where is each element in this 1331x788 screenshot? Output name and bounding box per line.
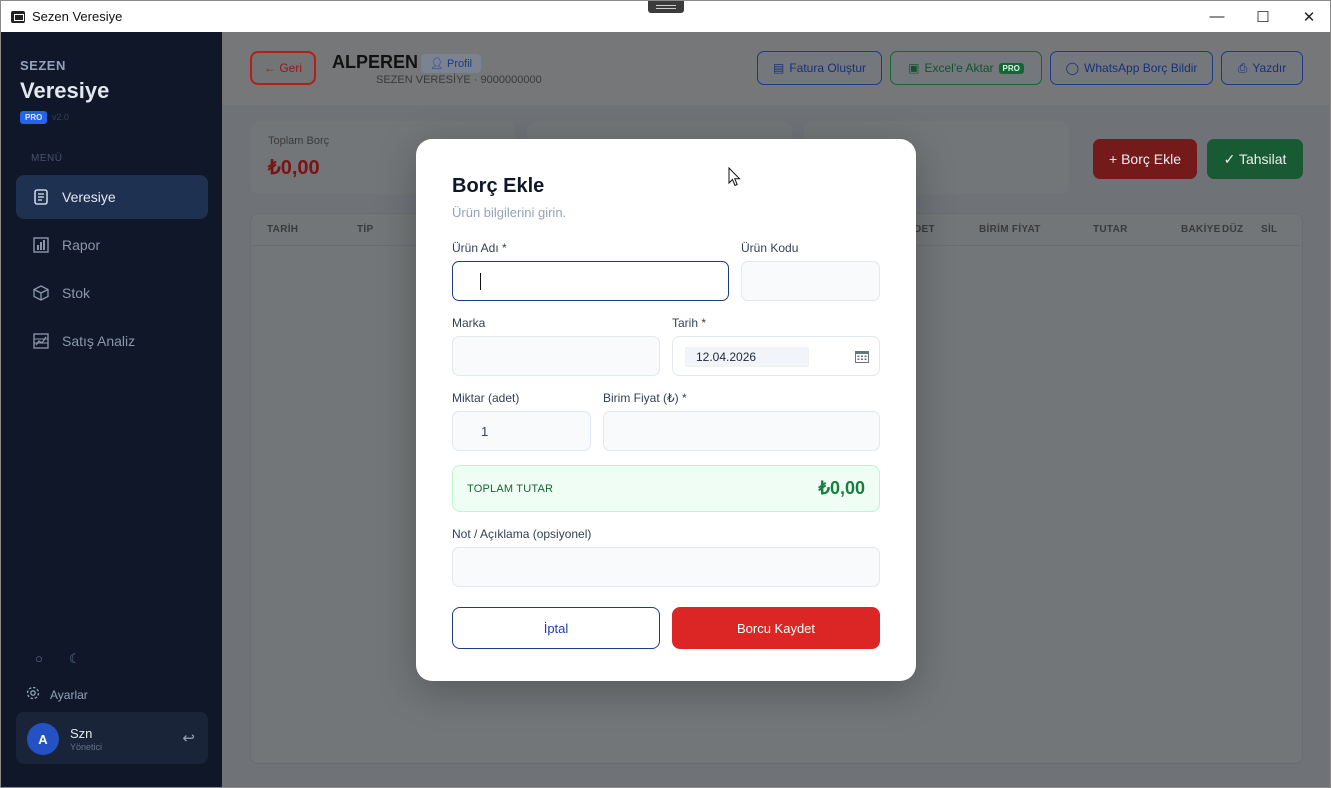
date-input[interactable]: 12.04.2026 (672, 336, 880, 376)
customer-name: ALPEREN (332, 52, 419, 72)
unit-price-input[interactable] (603, 411, 880, 451)
excel-label: Excel'e Aktar (924, 61, 994, 75)
user-name: Szn (70, 726, 93, 741)
analytics-icon (33, 333, 49, 349)
brand-small: SEZEN (20, 58, 66, 73)
total-debt-value: ₺0,00 (268, 157, 320, 179)
settings-label: Ayarlar (50, 687, 88, 702)
version-label: v2.0 (52, 112, 70, 122)
date-label: Tarih * (672, 316, 707, 330)
avatar: A (27, 723, 59, 755)
add-debt-modal: Borç Ekle Ürün bilgilerini girin. Ürün A… (416, 139, 916, 681)
excel-export-button[interactable]: ▣ Excel'e Aktar PRO (890, 51, 1042, 85)
note-label: Not / Açıklama (opsiyonel) (452, 527, 592, 541)
snap-grip[interactable] (648, 1, 684, 13)
save-icon: ▣ (908, 61, 920, 75)
unit-price-label: Birim Fiyat (₺) * (603, 391, 687, 405)
sidebar-item-rapor[interactable]: Rapor (16, 223, 208, 267)
theme-switcher: ○ ☾ (35, 651, 81, 667)
sidebar-item-label: Satış Analiz (62, 333, 136, 349)
close-button[interactable]: ✕ (1286, 1, 1330, 32)
print-label: Yazdır (1252, 61, 1287, 75)
quantity-label: Miktar (adet) (452, 391, 520, 405)
col-qty: DET (914, 224, 935, 235)
whatsapp-label: WhatsApp Borç Bildir (1084, 61, 1198, 75)
collect-button[interactable]: ✓ Tahsilat (1207, 139, 1303, 179)
mouse-cursor-icon (728, 166, 741, 192)
total-debt-label: Toplam Borç (268, 135, 330, 147)
gear-icon (26, 686, 40, 703)
text-caret (480, 272, 481, 290)
title-bar: Sezen Veresiye — ☐ ✕ (1, 1, 1330, 32)
whatsapp-button[interactable]: ◯ WhatsApp Borç Bildir (1050, 51, 1213, 85)
close-icon: ✕ (1302, 8, 1316, 26)
col-date: TARİH (267, 224, 299, 235)
total-amount-label: TOPLAM TUTAR (467, 483, 554, 495)
back-button[interactable]: ← Geri (250, 51, 316, 85)
app-window: Sezen Veresiye — ☐ ✕ SEZEN Veresiye PRO … (0, 0, 1331, 788)
brand-input[interactable] (452, 336, 660, 376)
minimize-icon: — (1209, 8, 1225, 25)
document-icon: ▤ (772, 61, 785, 75)
user-card: A Szn Yönetici ↩ (16, 712, 208, 764)
profile-label: Profil (447, 58, 473, 70)
product-name-label: Ürün Adı * (452, 241, 507, 255)
invoice-label: Fatura Oluştur (789, 61, 867, 75)
modal-subtitle: Ürün bilgilerini girin. (452, 205, 567, 220)
profile-button[interactable]: 👤︎ Profil (421, 54, 482, 73)
customer-header: ← Geri ALPEREN 👤︎ Profil SEZEN VERESİYE … (222, 32, 1330, 105)
product-code-label: Ürün Kodu (741, 241, 799, 255)
brand-title: Veresiye (20, 78, 110, 103)
save-debt-button[interactable]: Borcu Kaydet (672, 607, 880, 649)
sidebar-item-satis-analiz[interactable]: Satış Analiz (16, 319, 208, 363)
pro-badge: PRO (20, 111, 48, 124)
date-value: 12.04.2026 (685, 347, 809, 367)
sidebar-item-label: Rapor (62, 237, 101, 253)
chat-icon: ◯ (1065, 61, 1080, 75)
box-icon (33, 285, 49, 301)
col-amount: TUTAR (1093, 224, 1128, 235)
sidebar: SEZEN Veresiye PRO v2.0 MENÜ Veresiye Ra… (1, 32, 222, 787)
settings-link[interactable]: Ayarlar (26, 686, 88, 703)
sidebar-item-stok[interactable]: Stok (16, 271, 208, 315)
quantity-input[interactable]: 1 (452, 411, 591, 451)
product-code-input[interactable] (741, 261, 880, 301)
printer-icon: ⎙ (1237, 60, 1248, 75)
window-title: Sezen Veresiye (32, 9, 123, 24)
total-amount-value: ₺0,00 (818, 478, 866, 498)
brand-label: Marka (452, 316, 486, 330)
modal-title: Borç Ekle (452, 175, 545, 197)
col-balance: BAKİYE (1181, 224, 1221, 235)
cancel-button[interactable]: İptal (452, 607, 660, 649)
excel-pro-badge: PRO (998, 62, 1024, 74)
calendar-icon[interactable] (855, 350, 869, 366)
col-unit-price: BİRİM FİYAT (979, 224, 1041, 235)
maximize-button[interactable]: ☐ (1240, 1, 1286, 32)
note-input[interactable] (452, 547, 880, 587)
user-icon: 👤︎ (430, 58, 448, 70)
sidebar-item-label: Stok (62, 285, 91, 301)
add-debt-button[interactable]: + Borç Ekle (1093, 139, 1197, 179)
light-mode-icon[interactable]: ○ (35, 651, 43, 667)
invoice-button[interactable]: ▤ Fatura Oluştur (757, 51, 882, 85)
sidebar-item-veresiye[interactable]: Veresiye (16, 175, 208, 219)
ledger-icon (33, 189, 49, 205)
sidebar-item-label: Veresiye (62, 189, 116, 205)
product-name-input[interactable] (452, 261, 729, 301)
bar-chart-icon (33, 237, 49, 253)
minimize-button[interactable]: — (1194, 1, 1240, 32)
col-edit: DÜZ (1222, 224, 1244, 235)
col-type: TİP (357, 224, 374, 235)
app-icon (11, 10, 25, 23)
maximize-icon: ☐ (1256, 8, 1270, 26)
menu-label: MENÜ (31, 153, 63, 164)
user-role: Yönetici (70, 742, 103, 752)
print-button[interactable]: ⎙ Yazdır (1221, 51, 1303, 85)
col-delete: SİL (1261, 224, 1278, 235)
logout-icon[interactable]: ↩ (182, 729, 195, 747)
customer-subtitle: SEZEN VERESİYE · 9000000000 (376, 74, 542, 86)
dark-mode-icon[interactable]: ☾ (69, 651, 81, 667)
total-amount-box: TOPLAM TUTAR ₺0,00 (452, 465, 880, 512)
